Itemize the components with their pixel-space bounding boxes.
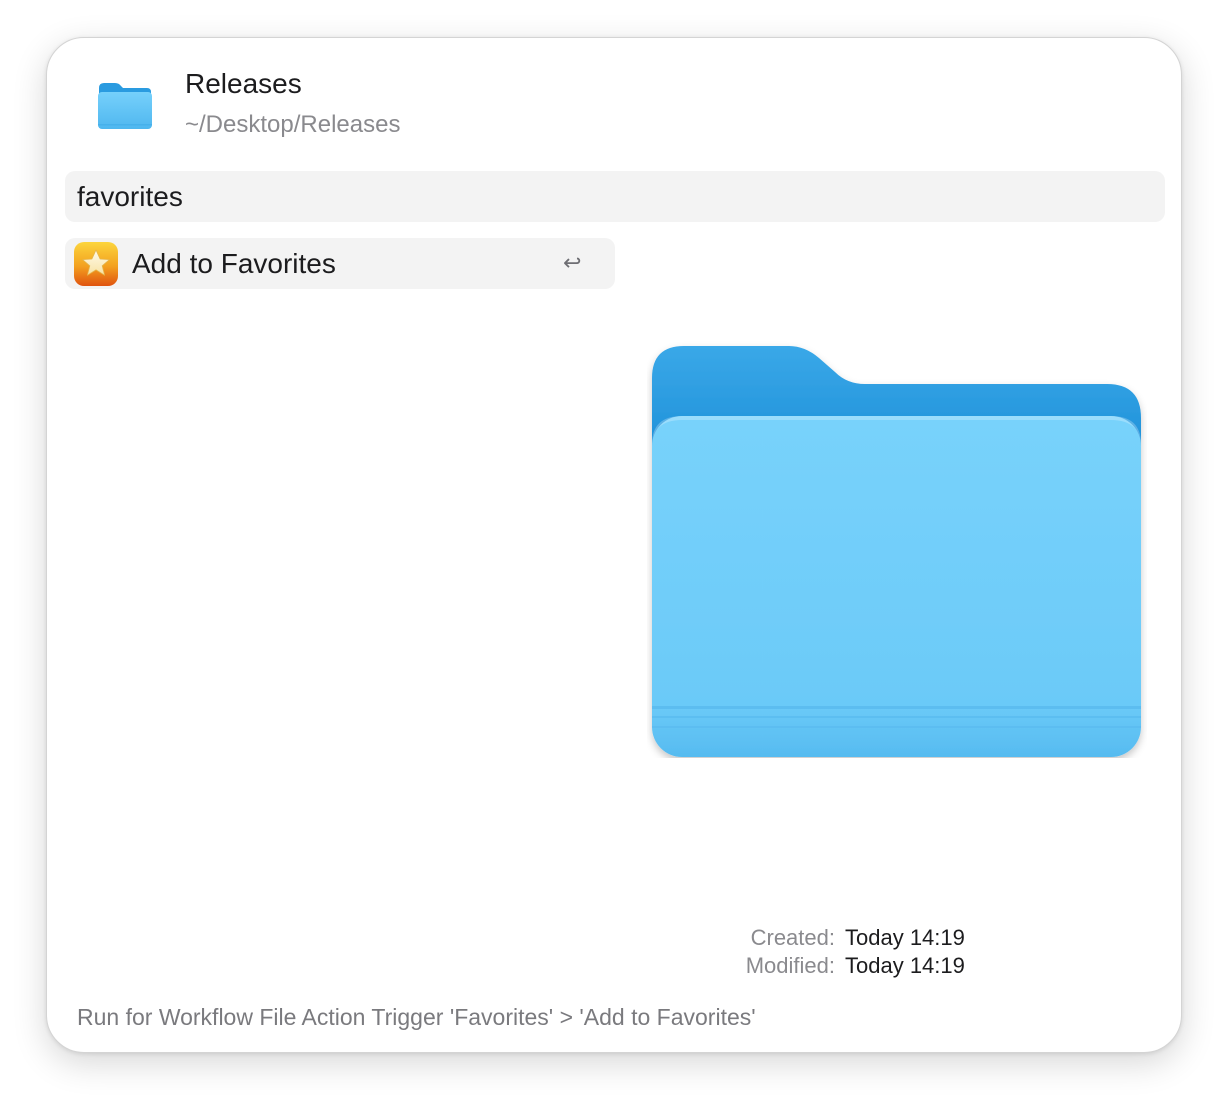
result-label: Add to Favorites <box>132 248 336 279</box>
result-item-add-to-favorites[interactable]: Add to Favorites ↩ <box>65 238 615 289</box>
modified-row: Modified: Today 14:19 <box>647 952 969 980</box>
star-icon <box>74 242 118 286</box>
created-value: Today 14:19 <box>845 925 965 950</box>
modified-label: Modified: <box>745 953 835 978</box>
search-input[interactable] <box>65 171 1165 222</box>
item-title: Releases <box>185 68 302 99</box>
created-row: Created: Today 14:19 <box>647 924 969 952</box>
folder-preview-icon <box>647 338 1147 758</box>
item-path: ~/Desktop/Releases <box>185 111 401 138</box>
action-description: Run for Workflow File Action Trigger 'Fa… <box>77 1004 756 1030</box>
return-key-icon: ↩ <box>563 250 582 275</box>
modified-value: Today 14:19 <box>845 953 965 978</box>
created-label: Created: <box>750 925 835 950</box>
launcher-window: Releases ~/Desktop/Releases favorites Ad… <box>46 37 1182 1053</box>
folder-icon <box>97 80 153 132</box>
file-metadata: Created: Today 14:19 Modified: Today 14:… <box>647 924 969 980</box>
